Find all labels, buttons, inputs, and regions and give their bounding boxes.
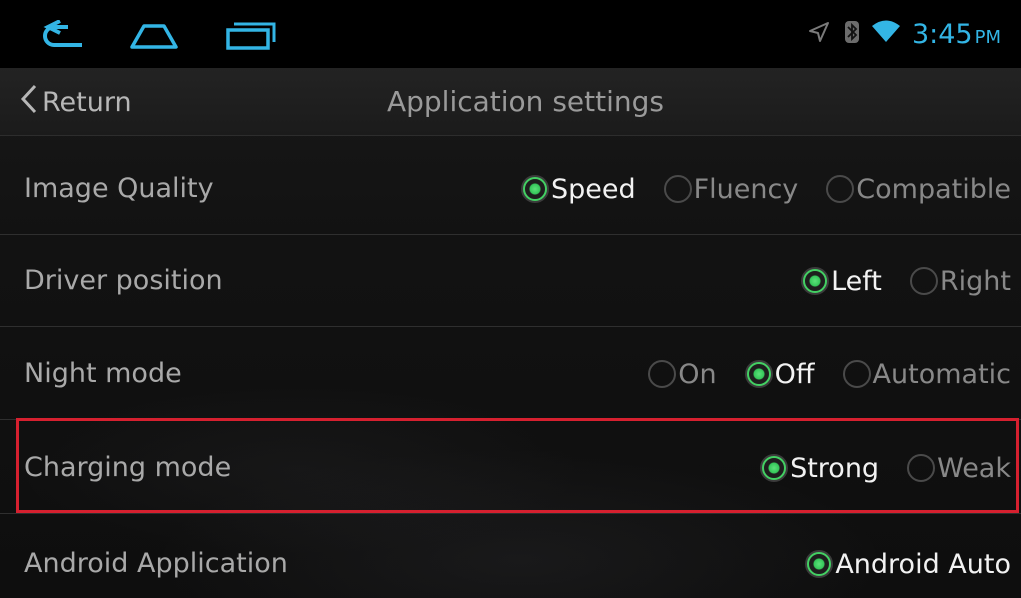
option-label: Weak: [937, 452, 1011, 484]
radio-group-android-application: Android Auto: [777, 518, 1011, 598]
radio-option-off[interactable]: Off: [744, 358, 815, 390]
return-label: Return: [42, 86, 132, 118]
setting-label: Driver position: [24, 265, 223, 296]
chevron-left-icon: [20, 84, 42, 121]
radio-option-weak[interactable]: Weak: [907, 453, 1011, 484]
radio-selected-icon: [801, 267, 830, 295]
return-button[interactable]: Return: [20, 68, 132, 136]
setting-label: Charging mode: [24, 452, 232, 483]
option-label: Android Auto: [835, 548, 1011, 580]
radio-option-speed[interactable]: Speed: [520, 173, 636, 205]
radio-group-night-mode: On Off Automatic: [620, 328, 1011, 420]
status-icons: 3:45 PM: [808, 14, 1001, 54]
back-arrow-icon[interactable]: [38, 19, 92, 52]
setting-label: Night mode: [24, 358, 182, 389]
option-label: On: [678, 358, 717, 390]
radio-option-left[interactable]: Left: [801, 266, 882, 297]
radio-unselected-icon: [663, 175, 692, 203]
setting-row-charging-mode: Charging mode Strong Weak: [0, 422, 1021, 514]
radio-group-driver-position: Left Right: [773, 235, 1011, 327]
setting-row-android-application: Android Application Android Auto: [0, 518, 1021, 598]
radio-option-automatic[interactable]: Automatic: [842, 358, 1011, 390]
setting-label: Android Application: [24, 548, 288, 579]
radio-unselected-icon: [648, 360, 677, 388]
radio-unselected-icon: [909, 267, 938, 295]
option-label: Off: [774, 358, 815, 390]
setting-row-driver-position: Driver position Left Right: [0, 235, 1021, 327]
radio-selected-icon: [805, 550, 834, 578]
option-label: Left: [831, 265, 882, 297]
option-label: Compatible: [856, 173, 1011, 205]
location-arrow-icon: [808, 21, 830, 47]
radio-selected-icon: [520, 175, 549, 203]
radio-unselected-icon: [826, 175, 855, 203]
setting-label: Image Quality: [24, 173, 214, 204]
radio-option-right[interactable]: Right: [909, 265, 1011, 297]
radio-unselected-icon: [907, 454, 936, 482]
radio-option-compatible[interactable]: Compatible: [826, 174, 1011, 205]
settings-screen: 3:45 PM Application settings Return Image…: [0, 0, 1021, 598]
radio-selected-icon: [744, 360, 773, 388]
radio-unselected-icon: [842, 360, 871, 388]
wifi-icon: [871, 20, 900, 48]
option-label: Right: [939, 265, 1011, 297]
radio-group-image-quality: Speed Fluency Compatible: [493, 143, 1011, 235]
option-label: Speed: [550, 173, 636, 205]
home-icon[interactable]: [128, 20, 180, 52]
radio-option-on[interactable]: On: [648, 358, 717, 390]
title-bar: Application settings Return: [0, 68, 1021, 136]
setting-row-night-mode: Night mode On Off Automatic: [0, 328, 1021, 420]
option-label: Automatic: [872, 358, 1011, 390]
clock: 3:45 PM: [911, 18, 1001, 50]
radio-selected-icon: [760, 454, 789, 482]
radio-option-strong[interactable]: Strong: [760, 453, 879, 484]
system-bar: 3:45 PM: [0, 0, 1021, 68]
bluetooth-icon: [844, 20, 860, 48]
recent-apps-icon[interactable]: [224, 20, 276, 52]
radio-option-fluency[interactable]: Fluency: [663, 173, 799, 205]
radio-option-android-auto[interactable]: Android Auto: [805, 549, 1011, 580]
option-label: Fluency: [693, 173, 799, 205]
option-label: Strong: [790, 452, 880, 484]
setting-row-image-quality: Image Quality Speed Fluency Compatible: [0, 143, 1021, 235]
radio-group-charging-mode: Strong Weak: [732, 422, 1011, 514]
page-title: Application settings: [386, 85, 664, 118]
